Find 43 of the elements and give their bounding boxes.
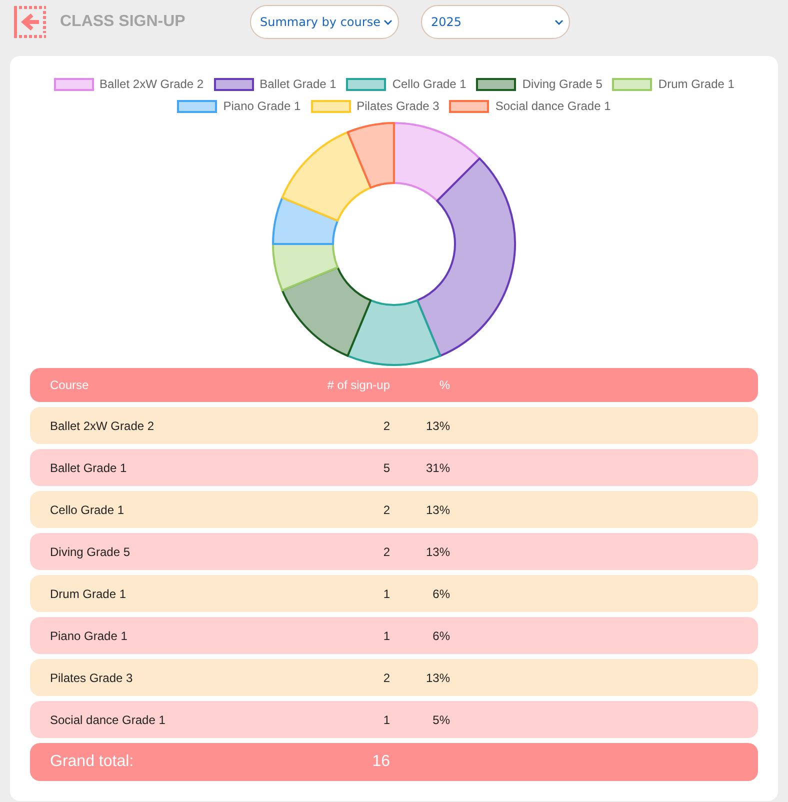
column-header: # of sign-up: [327, 377, 390, 394]
signup-count-cell-text: 2: [383, 418, 390, 434]
legend-label: Social dance Grade 1: [495, 99, 611, 113]
course-cell-text: Drum Grade 1: [50, 586, 126, 602]
legend-label: Cello Grade 1: [392, 77, 466, 91]
legend-label: Piano Grade 1: [223, 99, 301, 113]
filter-dropdown[interactable]: 2025: [421, 5, 570, 39]
legend-label: Ballet Grade 1: [260, 77, 336, 91]
percent-cell-text: 6%: [432, 586, 450, 602]
percent-cell-text: 13%: [426, 544, 450, 560]
signup-count-cell-text: 1: [383, 712, 390, 728]
signup-count-cell-text: 2: [383, 670, 390, 686]
course-cell-text: Diving Grade 5: [50, 544, 130, 560]
course-cell-text: Pilates Grade 3: [50, 670, 133, 686]
app-title: CLASS SIGN-UP: [60, 12, 186, 32]
legend-label: Drum Grade 1: [658, 77, 734, 91]
percent-cell-text: 6%: [432, 628, 450, 644]
signup-count-cell-text: 1: [383, 628, 390, 644]
percent-cell-text: 13%: [426, 418, 450, 434]
percent-cell-text: 13%: [426, 670, 450, 686]
course-cell-text: Ballet Grade 1: [50, 460, 127, 476]
course-cell-text: Ballet 2xW Grade 2: [50, 418, 154, 434]
column-header: %: [439, 377, 450, 394]
legend-label: Ballet 2xW Grade 2: [100, 77, 204, 91]
course-cell-text: Social dance Grade 1: [50, 712, 166, 728]
percent-cell-text: 31%: [426, 460, 450, 476]
course-cell-text: Cello Grade 1: [50, 502, 124, 518]
signup-count-cell-text: 2: [383, 544, 390, 560]
filter-dropdown[interactable]: Summary by course: [250, 5, 399, 39]
exit-icon[interactable]: [14, 6, 46, 38]
chevron-down-icon: [384, 20, 392, 24]
percent-cell-text: 5%: [432, 712, 450, 728]
legend-label: Pilates Grade 3: [356, 99, 440, 113]
legend-label: Diving Grade 5: [522, 77, 602, 91]
grand-total-label: Grand total:: [50, 752, 134, 772]
percent-cell-text: 13%: [426, 502, 450, 518]
signup-count-cell-text: 2: [383, 502, 390, 518]
course-cell-text: Piano Grade 1: [50, 628, 128, 644]
signup-count-cell-text: 5: [383, 460, 390, 476]
chevron-down-icon: [555, 20, 563, 24]
signup-count-cell-text: 1: [383, 586, 390, 602]
grand-total-value: 16: [372, 752, 390, 772]
column-header: Course: [50, 377, 89, 394]
